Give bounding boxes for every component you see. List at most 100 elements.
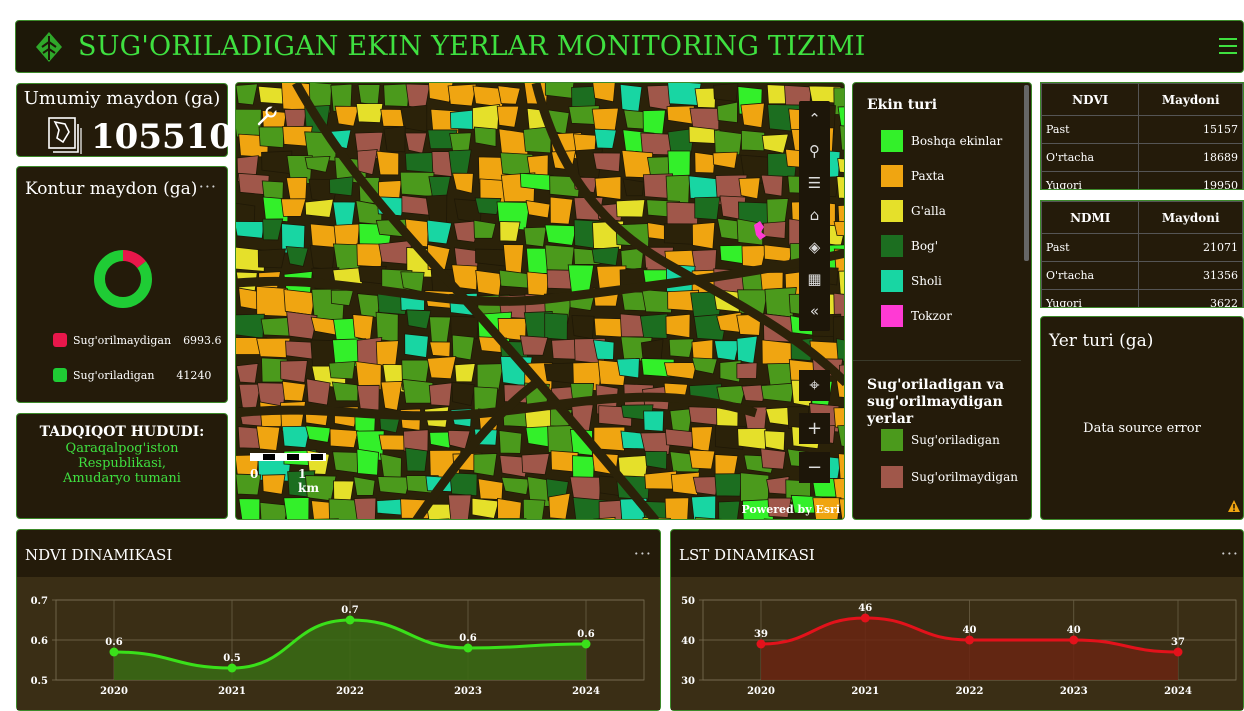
legend-scrollbar[interactable] — [1024, 85, 1029, 261]
legend-row-non-irrigated: Sug'orilmaydigan 6993.6 — [53, 333, 222, 347]
y-tick-label: 0.7 — [31, 596, 48, 607]
table-header-row: NDMI Maydoni — [1041, 201, 1243, 234]
data-label: 0.6 — [459, 633, 476, 644]
study-area-region: Qaraqalpog'iston Respublikasi, — [65, 441, 179, 471]
zoom-out-button[interactable]: − — [799, 452, 830, 483]
data-point[interactable] — [1173, 647, 1183, 657]
more-options-button[interactable]: ··· — [634, 544, 652, 563]
irrigation-heading-line2: sug'orilmaydigan yerlar — [867, 394, 1003, 427]
chart-title: NDVI DINAMIKASI — [25, 546, 173, 564]
locate-button[interactable]: ⌖ — [799, 370, 830, 401]
y-tick-label: 0.6 — [31, 636, 48, 647]
data-point[interactable] — [581, 639, 591, 649]
table-cell: 31356 — [1138, 261, 1243, 290]
x-tick-label: 2022 — [336, 686, 364, 697]
legend-swatch — [881, 429, 903, 451]
collapse-up-icon[interactable]: ⌃ — [799, 105, 830, 133]
chart-title: LST DINAMIKASI — [679, 546, 815, 564]
legend-swatch — [881, 165, 903, 187]
legend-label: Sug'orilmaydigan — [911, 470, 1018, 484]
column-header: Maydoni — [1138, 83, 1243, 116]
legend-value: 6993.6 — [183, 333, 222, 347]
wrench-icon[interactable] — [256, 105, 278, 127]
data-label: 0.5 — [223, 653, 240, 664]
data-label: 37 — [1171, 637, 1185, 648]
legend-label: Sug'oriladigan — [73, 368, 155, 382]
map-view[interactable]: ⌃ ⚲ ☰ ⌂ ◈ ▦ « ⌖ + − 0 1 km Powered by Es… — [235, 82, 845, 520]
map-toolbar: ⌃ ⚲ ☰ ⌂ ◈ ▦ « — [799, 101, 830, 331]
legend-label: Boshqa ekinlar — [911, 134, 1003, 148]
page-title: SUG'ORILADIGAN EKIN YERLAR MONITORING TI… — [78, 31, 866, 62]
kontur-title: Kontur maydon (ga) — [25, 179, 198, 199]
crop-type-heading: Ekin turi — [867, 97, 938, 113]
scale-distance-label: 1 km — [298, 467, 320, 495]
lst-chart-card: LST DINAMIKASI ··· 50 40 30 39 2020 46 2021 40 2… — [670, 529, 1244, 711]
field-map[interactable] — [236, 83, 845, 520]
hamburger-menu-icon[interactable] — [1219, 33, 1237, 61]
legend-label: Sug'orilmaydigan — [73, 333, 172, 347]
column-header: NDVI — [1041, 83, 1140, 116]
table-row: Past 21071 — [1041, 233, 1243, 262]
table-cell: Past — [1041, 233, 1140, 262]
legend-label: Sholi — [911, 274, 942, 288]
legend-label: Sug'oriladigan — [911, 433, 1000, 447]
ndmi-table-card: NDMI Maydoni Past 21071 O'rtacha 31356 Yuq… — [1040, 200, 1244, 308]
app-header: SUG'ORILADIGAN EKIN YERLAR MONITORING TI… — [15, 20, 1244, 73]
table-cell: 15157 — [1138, 115, 1243, 144]
error-message: Data source error — [1083, 421, 1201, 436]
crop-legend-item: Paxta — [881, 165, 944, 187]
list-icon[interactable]: ☰ — [799, 169, 830, 197]
crop-legend-item: G'alla — [881, 200, 946, 222]
donut-chart — [94, 250, 152, 308]
ndvi-table-card: NDVI Maydoni Past 15157 O'rtacha 18689 Yuq… — [1040, 82, 1244, 190]
x-tick-label: 2024 — [1164, 686, 1192, 697]
data-label: 0.6 — [105, 637, 122, 648]
legend-swatch — [881, 270, 903, 292]
basemap-gallery-icon[interactable]: ▦ — [799, 265, 830, 293]
more-options-button[interactable]: ··· — [199, 177, 217, 196]
x-tick-label: 2020 — [100, 686, 128, 697]
scale-bar: 0 1 km — [250, 453, 326, 495]
table-cell: 3622 — [1138, 289, 1243, 307]
data-point[interactable] — [965, 635, 974, 645]
study-area-name: Qaraqalpog'iston Respublikasi, Amudaryo … — [23, 441, 221, 486]
land-type-card: Yer turi (ga) Data source error — [1040, 316, 1244, 520]
table-row: Past 15157 — [1041, 115, 1243, 144]
lst-line-chart: 50 40 30 39 2020 46 2021 40 2022 40 2023 37 2024 — [681, 596, 1237, 697]
x-tick-label: 2023 — [454, 686, 482, 697]
data-point[interactable] — [109, 647, 119, 657]
map-attribution[interactable]: Powered by Esri — [741, 503, 840, 516]
home-icon[interactable]: ⌂ — [799, 201, 830, 229]
total-area-value: 105510 — [91, 117, 233, 157]
y-tick-label: 50 — [681, 596, 695, 607]
layers-icon[interactable]: ◈ — [799, 233, 830, 261]
table-cell: O'rtacha — [1041, 143, 1140, 172]
data-point[interactable] — [227, 663, 237, 673]
x-tick-label: 2020 — [747, 686, 775, 697]
more-options-button[interactable]: ··· — [1221, 544, 1239, 563]
column-header: NDMI — [1041, 201, 1140, 234]
kontur-area-card: Kontur maydon (ga) ··· Sug'orilmaydigan … — [16, 166, 228, 403]
x-tick-label: 2021 — [218, 686, 246, 697]
ndvi-line-chart: 0.7 0.6 0.5 0.6 2020 0.5 2021 0.7 2022 0.6 2023 0.6… — [31, 596, 645, 697]
table-cell: O'rtacha — [1041, 261, 1140, 290]
search-icon[interactable]: ⚲ — [799, 137, 830, 165]
data-point[interactable] — [860, 613, 870, 623]
crop-legend-item: Boshqa ekinlar — [881, 130, 1002, 152]
data-point[interactable] — [463, 643, 473, 653]
legend-row-irrigated: Sug'oriladigan 41240 — [53, 368, 211, 382]
data-point[interactable] — [1069, 635, 1079, 645]
legend-value: 41240 — [176, 368, 212, 382]
irrigation-legend-item: Sug'orilmaydigan — [881, 466, 1018, 488]
data-point[interactable] — [345, 615, 355, 625]
ndmi-table: NDMI Maydoni Past 21071 O'rtacha 31356 Yuq… — [1041, 201, 1243, 307]
zoom-in-button[interactable]: + — [799, 413, 830, 444]
legend-swatch — [881, 200, 903, 222]
ndvi-table: NDVI Maydoni Past 15157 O'rtacha 18689 Yuq… — [1041, 83, 1243, 189]
table-header-row: NDVI Maydoni — [1041, 83, 1243, 116]
data-point[interactable] — [756, 639, 766, 649]
collapse-left-icon[interactable]: « — [799, 297, 830, 325]
table-row: Yuqori 3622 — [1041, 289, 1243, 307]
legend-swatch — [881, 235, 903, 257]
legend-swatch — [881, 466, 903, 488]
